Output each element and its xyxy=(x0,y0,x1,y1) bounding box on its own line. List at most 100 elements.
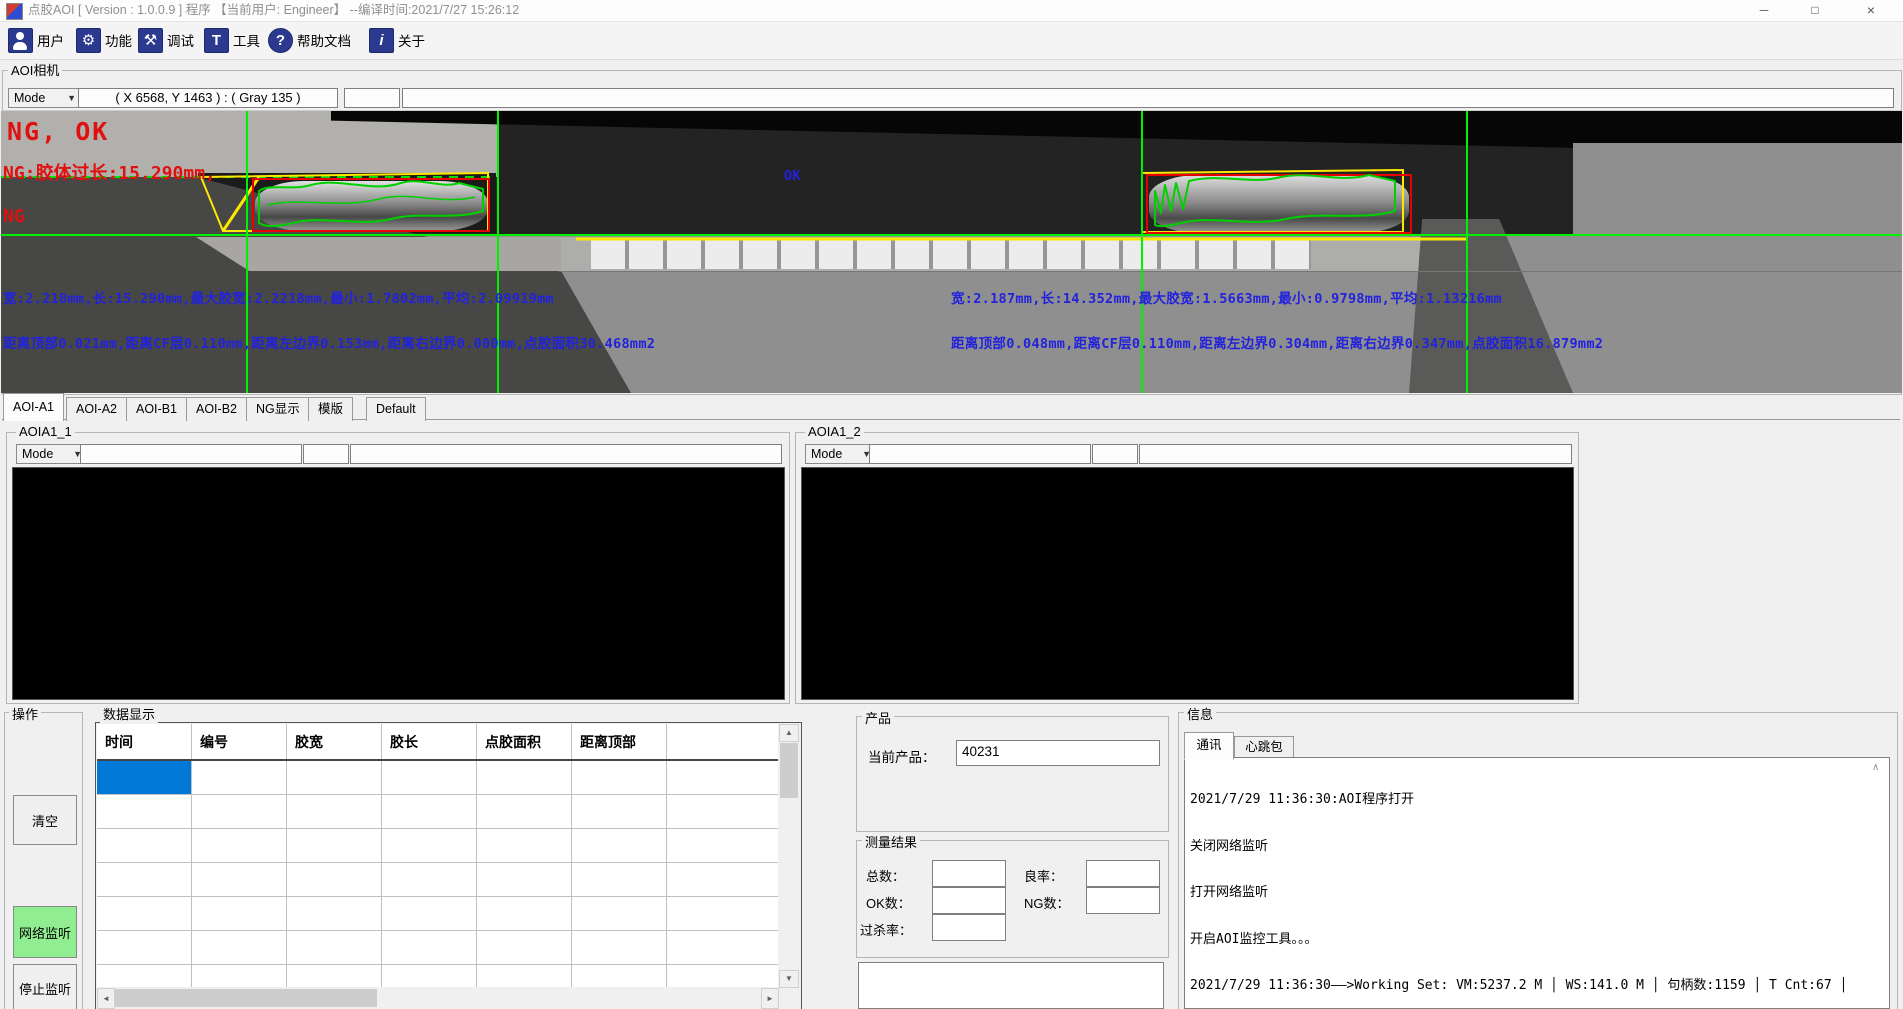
col-header-glue-length[interactable]: 胶长 xyxy=(382,724,477,759)
help-icon: ? xyxy=(268,28,293,53)
camera-coordinates-field[interactable]: ( X 6568, Y 1463 ) : ( Gray 135 ) xyxy=(78,88,338,108)
menu-user[interactable]: 用户 xyxy=(8,27,64,53)
menu-debug[interactable]: ⚒ 调试 xyxy=(138,27,194,53)
table-row[interactable] xyxy=(97,795,778,829)
maximize-button[interactable]: □ xyxy=(1792,0,1838,21)
close-button[interactable]: × xyxy=(1848,0,1894,21)
ng-count-field[interactable] xyxy=(1086,887,1160,914)
table-row[interactable] xyxy=(97,829,778,863)
scroll-down-icon[interactable]: ▼ xyxy=(779,970,799,988)
log-line: 打开网络监听 xyxy=(1190,885,1884,901)
aoia1-1-image-canvas[interactable] xyxy=(12,467,785,700)
tab-aoi-b2[interactable]: AOI-B2 xyxy=(186,397,247,421)
camera-group-label: AOI相机 xyxy=(8,60,62,79)
log-line: 2021/7/29 11:36:30——>Working Set: VM:523… xyxy=(1190,978,1884,994)
scroll-right-icon[interactable]: ► xyxy=(761,988,779,1009)
aoia1-2-field-2[interactable] xyxy=(1092,444,1138,464)
aoia1-1-field-3[interactable] xyxy=(350,444,782,464)
communication-log[interactable]: 2021/7/29 11:36:30:AOI程序打开 关闭网络监听 打开网络监听… xyxy=(1184,757,1890,1009)
menu-tools-label: 工具 xyxy=(233,30,260,50)
scrollbar-thumb[interactable] xyxy=(115,989,377,1007)
aoia1-2-field-3[interactable] xyxy=(1139,444,1572,464)
app-icon xyxy=(6,3,23,20)
aoia1-1-field-1[interactable] xyxy=(80,444,302,464)
menu-function[interactable]: ⚙ 功能 xyxy=(76,27,132,53)
total-count-field[interactable] xyxy=(932,860,1006,887)
ng-flag-text: NG xyxy=(3,206,25,227)
total-count-label: 总数： xyxy=(866,866,905,885)
aoia1-1-field-2[interactable] xyxy=(303,444,349,464)
log-scroll-up-icon[interactable]: ∧ xyxy=(1872,762,1879,773)
table-row[interactable] xyxy=(97,761,778,795)
camera-mode-label: Mode xyxy=(14,91,45,105)
right-stats-line1: 宽:2.187mm,长:14.352mm,最大胶宽:1.5663mm,最小:0.… xyxy=(951,287,1502,307)
yield-rate-label: 良率： xyxy=(1024,866,1063,885)
tab-ng-display[interactable]: NG显示 xyxy=(246,397,310,421)
gear-icon: ⚙ xyxy=(76,28,101,53)
table-vertical-scrollbar[interactable]: ▲ ▼ xyxy=(779,724,799,987)
log-line: 开启AOI监控工具。。。 xyxy=(1190,932,1884,948)
log-line: 关闭网络监听 xyxy=(1190,839,1884,855)
ok-flag-text: OK xyxy=(784,168,801,184)
menu-tools[interactable]: T 工具 xyxy=(204,27,260,53)
table-horizontal-scrollbar[interactable]: ◄ ► xyxy=(97,988,778,1009)
stop-listen-button[interactable]: 停止监听 xyxy=(13,964,77,1009)
info-icon: i xyxy=(369,28,394,53)
clear-button[interactable]: 清空 xyxy=(13,795,77,845)
tab-aoi-a2[interactable]: AOI-A2 xyxy=(66,397,127,421)
col-header-spacer xyxy=(667,724,778,759)
tab-default[interactable]: Default xyxy=(366,397,426,421)
aoia1-1-mode-text: Mode xyxy=(22,447,53,461)
scroll-up-icon[interactable]: ▲ xyxy=(779,724,799,742)
col-header-glue-width[interactable]: 胶宽 xyxy=(287,724,382,759)
network-listen-button[interactable]: 网络监听 xyxy=(13,906,77,958)
table-row[interactable] xyxy=(97,863,778,897)
tab-aoi-b1[interactable]: AOI-B1 xyxy=(126,397,187,421)
col-header-glue-area[interactable]: 点胶面积 xyxy=(477,724,572,759)
title-bar: 点胶AOI [ Version : 1.0.0.9 ] 程序 【当前用户: En… xyxy=(0,0,1903,22)
tab-aoi-a1[interactable]: AOI-A1 xyxy=(3,393,64,421)
table-row[interactable] xyxy=(97,965,778,987)
scroll-left-icon[interactable]: ◄ xyxy=(97,988,115,1009)
results-group-label: 测量结果 xyxy=(862,832,920,851)
camera-field-3[interactable] xyxy=(402,88,1894,108)
camera-mode-dropdown[interactable]: Mode ▼ xyxy=(8,88,82,108)
menu-help-label: 帮助文档 xyxy=(297,30,351,50)
camera-image-view[interactable]: NG, OK NG:胶体过长:15.290mm, NG OK 宽:2.218mm… xyxy=(1,110,1902,393)
table-row[interactable] xyxy=(97,897,778,931)
left-stats-line2: 距离顶部0.021mm,距离CF层0.110mm,距离左边界0.153mm,距离… xyxy=(3,332,655,352)
scrollbar-thumb[interactable] xyxy=(780,743,798,798)
overkill-rate-label: 过杀率： xyxy=(860,920,912,939)
current-product-label: 当前产品： xyxy=(868,746,936,766)
menu-help[interactable]: ? 帮助文档 xyxy=(268,27,351,53)
aoia1-2-image-canvas[interactable] xyxy=(801,467,1574,700)
data-table-grid: 时间 编号 胶宽 胶长 点胶面积 距离顶部 xyxy=(97,724,778,987)
col-header-id[interactable]: 编号 xyxy=(192,724,287,759)
overkill-rate-field[interactable] xyxy=(932,914,1006,941)
menu-about[interactable]: i 关于 xyxy=(369,27,425,53)
col-header-time[interactable]: 时间 xyxy=(97,724,192,759)
data-table: 时间 编号 胶宽 胶长 点胶面积 距离顶部 xyxy=(95,722,802,1009)
camera-field-2[interactable] xyxy=(344,88,400,108)
ok-count-field[interactable] xyxy=(932,887,1006,914)
yield-rate-field[interactable] xyxy=(1086,860,1160,887)
menu-about-label: 关于 xyxy=(398,30,425,50)
aoia1-2-label: AOIA1_2 xyxy=(805,424,864,439)
aoia1-2-field-1[interactable] xyxy=(869,444,1091,464)
aoia1-2-mode-dropdown[interactable]: Mode ▼ xyxy=(805,444,877,464)
minimize-button[interactable]: ─ xyxy=(1741,0,1787,21)
table-header-row: 时间 编号 胶宽 胶长 点胶面积 距离顶部 xyxy=(97,724,778,761)
product-group xyxy=(856,716,1169,832)
selected-cell[interactable] xyxy=(97,761,192,794)
aoia1-1-mode-dropdown[interactable]: Mode ▼ xyxy=(16,444,88,464)
result-detail-box xyxy=(858,962,1164,1009)
tab-heartbeat[interactable]: 心跳包 xyxy=(1234,736,1294,759)
table-row[interactable] xyxy=(97,931,778,965)
ng-count-label: NG数： xyxy=(1024,893,1070,912)
main-toolbar: 用户 ⚙ 功能 ⚒ 调试 T 工具 ? 帮助文档 i 关于 xyxy=(0,22,1903,60)
current-product-field[interactable]: 40231 xyxy=(956,740,1160,766)
menu-function-label: 功能 xyxy=(105,30,132,50)
tab-template[interactable]: 模版 xyxy=(308,397,353,421)
tab-communication[interactable]: 通讯 xyxy=(1184,732,1234,760)
col-header-distance-top[interactable]: 距离顶部 xyxy=(572,724,667,759)
